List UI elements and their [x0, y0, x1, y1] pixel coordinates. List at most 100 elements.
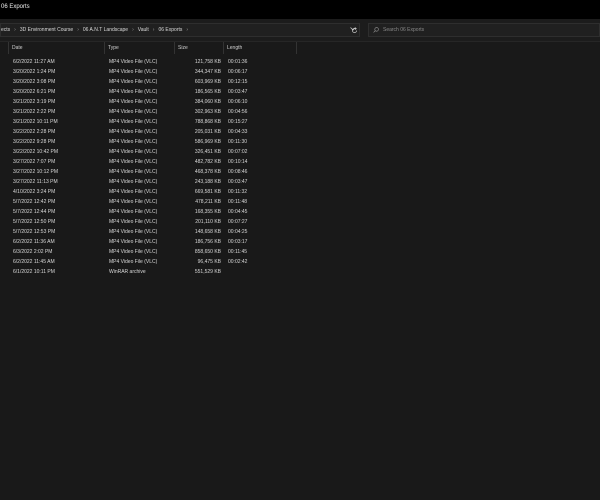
breadcrumb-item-projects[interactable]: ects	[1, 27, 10, 33]
row-size: 344,347 KB	[194, 69, 221, 75]
row-length: 00:11:32	[228, 189, 248, 195]
status-bar	[0, 490, 600, 500]
row-type: MP4 Video File (VLC)	[109, 249, 158, 255]
table-row[interactable]: 5/7/2022 12:44 PM MP4 Video File (VLC) 1…	[0, 207, 600, 217]
row-length: 00:07:27	[228, 219, 248, 225]
row-length: 00:11:48	[228, 199, 248, 205]
column-headers: Date Type Size Length	[0, 42, 600, 54]
row-length: 00:01:36	[228, 59, 248, 65]
breadcrumb-separator: ›	[132, 27, 134, 33]
table-row[interactable]: 3/22/2022 2:28 PM MP4 Video File (VLC) 2…	[0, 127, 600, 137]
search-input[interactable]	[383, 27, 583, 33]
refresh-icon	[351, 26, 357, 33]
table-row[interactable]: 5/7/2022 12:42 PM MP4 Video File (VLC) 4…	[0, 197, 600, 207]
row-size: 121,758 KB	[194, 59, 221, 65]
row-type: MP4 Video File (VLC)	[109, 159, 158, 165]
refresh-button[interactable]	[347, 23, 361, 37]
row-type: MP4 Video File (VLC)	[109, 79, 158, 85]
table-row[interactable]: 3/22/2022 10:42 PM MP4 Video File (VLC) …	[0, 147, 600, 157]
row-type: MP4 Video File (VLC)	[109, 199, 158, 205]
row-size: 205,031 KB	[194, 129, 221, 135]
row-type: MP4 Video File (VLC)	[109, 69, 158, 75]
row-type: MP4 Video File (VLC)	[109, 179, 158, 185]
row-type: MP4 Video File (VLC)	[109, 129, 158, 135]
select-all-column[interactable]	[0, 42, 9, 54]
table-row[interactable]: 5/7/2022 12:53 PM MP4 Video File (VLC) 1…	[0, 227, 600, 237]
table-row[interactable]: 3/20/2022 6:21 PM MP4 Video File (VLC) 1…	[0, 87, 600, 97]
table-row[interactable]: 4/10/2022 3:24 PM MP4 Video File (VLC) 6…	[0, 187, 600, 197]
row-length: 00:02:42	[228, 259, 248, 265]
row-type: MP4 Video File (VLC)	[109, 259, 158, 265]
table-row[interactable]: 3/20/2022 3:08 PM MP4 Video File (VLC) 6…	[0, 77, 600, 87]
table-row[interactable]: 5/7/2022 12:50 PM MP4 Video File (VLC) 2…	[0, 217, 600, 227]
table-row[interactable]: 3/27/2022 10:12 PM MP4 Video File (VLC) …	[0, 167, 600, 177]
breadcrumb-item-exports[interactable]: 06 Exports	[158, 27, 182, 33]
row-type: MP4 Video File (VLC)	[109, 229, 158, 235]
row-type: MP4 Video File (VLC)	[109, 59, 158, 65]
row-size: 384,060 KB	[194, 99, 221, 105]
table-row[interactable]: 3/21/2022 2:22 PM MP4 Video File (VLC) 3…	[0, 107, 600, 117]
search-box[interactable]	[368, 23, 600, 37]
breadcrumb-separator: ›	[186, 27, 189, 33]
row-type: MP4 Video File (VLC)	[109, 139, 158, 145]
table-row[interactable]: 6/2/2022 11:36 AM MP4 Video File (VLC) 1…	[0, 237, 600, 247]
breadcrumb[interactable]: ects › 3D Environment Course › 06 A.N.T …	[0, 23, 360, 37]
row-length: 00:04:25	[228, 229, 248, 235]
row-date: 6/1/2022 10:11 PM	[13, 269, 55, 275]
row-date: 5/7/2022 12:42 PM	[13, 199, 56, 205]
row-size: 603,969 KB	[194, 79, 221, 85]
column-header-length[interactable]: Length	[224, 42, 297, 54]
row-length: 00:06:10	[228, 99, 248, 105]
row-date: 6/2/2022 11:45 AM	[13, 259, 55, 265]
column-header-size[interactable]: Size	[175, 42, 224, 54]
row-size: 326,451 KB	[194, 149, 221, 155]
row-length: 00:11:30	[228, 139, 248, 145]
table-row[interactable]: 6/2/2022 11:45 AM MP4 Video File (VLC) 9…	[0, 257, 600, 267]
row-date: 4/10/2022 3:24 PM	[13, 189, 56, 195]
row-length: 00:11:45	[228, 249, 248, 255]
breadcrumb-item-landscape[interactable]: 06 A.N.T Landscape	[83, 27, 128, 33]
row-size: 669,581 KB	[194, 189, 221, 195]
row-date: 3/20/2022 3:08 PM	[13, 79, 56, 85]
row-size: 482,782 KB	[194, 159, 221, 165]
row-length: 00:03:17	[228, 239, 248, 245]
row-type: MP4 Video File (VLC)	[109, 109, 158, 115]
row-type: MP4 Video File (VLC)	[109, 149, 158, 155]
row-date: 3/27/2022 11:13 PM	[13, 179, 58, 185]
table-row[interactable]: 3/27/2022 7:07 PM MP4 Video File (VLC) 4…	[0, 157, 600, 167]
row-size: 478,211 KB	[195, 199, 221, 205]
row-type: MP4 Video File (VLC)	[109, 219, 158, 225]
row-date: 3/22/2022 10:42 PM	[13, 149, 59, 155]
row-type: MP4 Video File (VLC)	[109, 209, 158, 215]
table-row[interactable]: 6/3/2022 2:02 PM MP4 Video File (VLC) 85…	[0, 247, 600, 257]
table-row[interactable]: 3/20/2022 1:24 PM MP4 Video File (VLC) 3…	[0, 67, 600, 77]
table-row[interactable]: 6/1/2022 10:11 PM WinRAR archive 551,529…	[0, 267, 600, 277]
row-type: MP4 Video File (VLC)	[109, 189, 158, 195]
row-length: 00:08:46	[228, 169, 248, 175]
breadcrumb-item-course[interactable]: 3D Environment Course	[20, 27, 73, 33]
row-date: 6/3/2022 2:02 PM	[13, 249, 53, 255]
row-type: MP4 Video File (VLC)	[109, 119, 158, 125]
breadcrumb-separator: ›	[77, 27, 79, 33]
table-row[interactable]: 6/2/2022 11:27 AM MP4 Video File (VLC) 1…	[0, 57, 600, 67]
row-size: 586,969 KB	[194, 139, 221, 145]
row-type: MP4 Video File (VLC)	[109, 169, 158, 175]
row-length: 00:10:14	[228, 159, 248, 165]
column-header-type[interactable]: Type	[105, 42, 175, 54]
breadcrumb-separator: ›	[14, 27, 16, 33]
file-list: 6/2/2022 11:27 AM MP4 Video File (VLC) 1…	[0, 57, 600, 277]
breadcrumb-separator: ›	[152, 27, 155, 33]
table-row[interactable]: 3/21/2022 3:19 PM MP4 Video File (VLC) 3…	[0, 97, 600, 107]
row-date: 3/20/2022 1:24 PM	[13, 69, 56, 75]
row-date: 6/2/2022 11:27 AM	[13, 59, 55, 65]
column-header-date[interactable]: Date	[9, 42, 105, 54]
address-bar-area: ects › 3D Environment Course › 06 A.N.T …	[0, 19, 600, 42]
row-length: 00:04:56	[228, 109, 248, 115]
table-row[interactable]: 3/27/2022 11:13 PM MP4 Video File (VLC) …	[0, 177, 600, 187]
row-date: 6/2/2022 11:36 AM	[13, 239, 55, 245]
table-row[interactable]: 3/22/2022 9:28 PM MP4 Video File (VLC) 5…	[0, 137, 600, 147]
breadcrumb-item-vault[interactable]: Vault	[138, 27, 149, 33]
row-length: 00:04:33	[228, 129, 248, 135]
title-bar: 06 Exports	[0, 0, 600, 19]
table-row[interactable]: 3/21/2022 10:11 PM MP4 Video File (VLC) …	[0, 117, 600, 127]
